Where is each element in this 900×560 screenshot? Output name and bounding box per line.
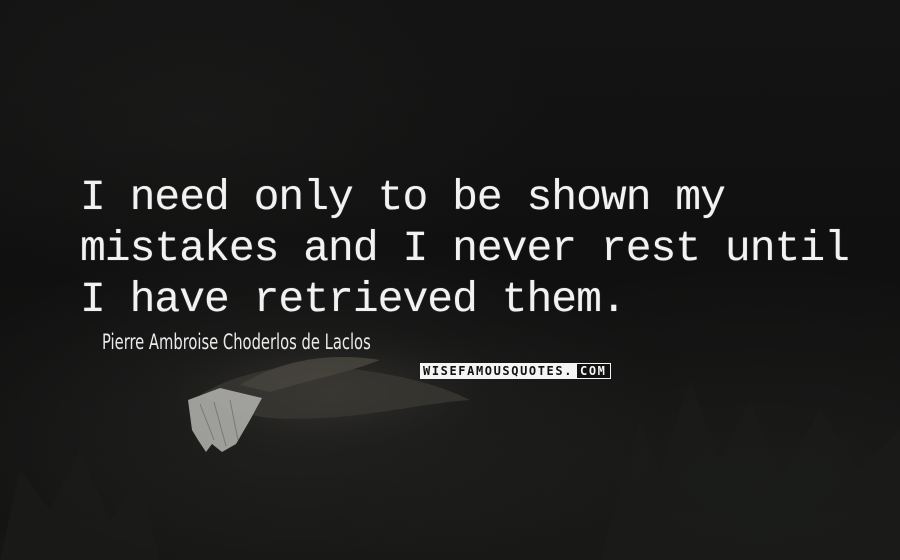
watermark-logo: WISEFAMOUSQUOTES. COM — [420, 363, 611, 379]
quote-text: I need only to be shown my mistakes and … — [80, 172, 880, 325]
watermark-main: WISEFAMOUSQUOTES. — [420, 363, 577, 379]
quote-image: I need only to be shown my mistakes and … — [0, 0, 900, 560]
watermark-suffix: COM — [576, 363, 611, 379]
quote-line-1: I need only to be shown my — [80, 173, 726, 222]
quote-line-3: I have retrieved them. — [80, 275, 627, 324]
quote-line-2: mistakes and I never rest until — [80, 224, 850, 273]
author-name: Pierre Ambroise Choderlos de Laclos — [102, 330, 371, 354]
